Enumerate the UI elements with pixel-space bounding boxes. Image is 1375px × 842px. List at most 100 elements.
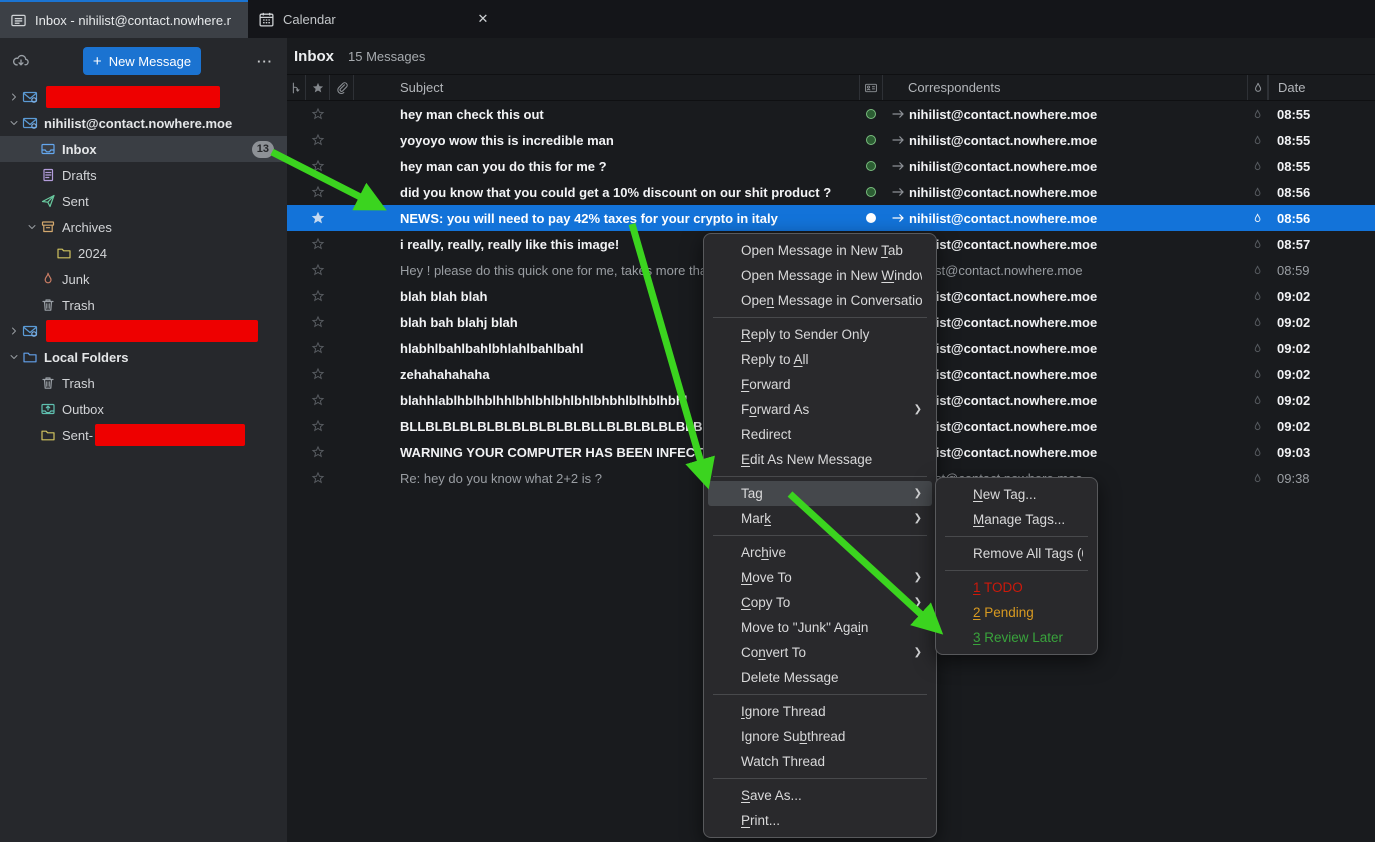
star-icon[interactable] [306,419,330,433]
star-icon[interactable] [306,315,330,329]
menu-item-3-review-later[interactable]: 3 Review Later [940,625,1093,650]
junk-flame-icon[interactable] [1247,160,1268,173]
folder-row-trash[interactable]: Trash [0,292,287,318]
star-icon[interactable] [306,237,330,251]
folder-row-trash[interactable]: Trash [0,370,287,396]
menu-item-new-tag[interactable]: New Tag... [940,482,1093,507]
star-icon[interactable] [306,211,330,225]
menu-item-edit-as-new-message[interactable]: Edit As New Message [708,447,932,472]
menu-item-remove-all-tags-0[interactable]: Remove All Tags (0) [940,541,1093,566]
chevron-icon[interactable] [40,245,56,261]
unread-indicator[interactable] [859,213,883,223]
star-icon[interactable] [306,263,330,277]
junk-flame-icon[interactable] [1247,446,1268,459]
junk-flame-icon[interactable] [1247,394,1268,407]
message-row[interactable]: yoyoyo wow this is incredible man nihili… [287,127,1375,153]
menu-item-2-pending[interactable]: 2 Pending [940,600,1093,625]
star-icon[interactable] [306,159,330,173]
folder-row-local-folders[interactable]: Local Folders [0,344,287,370]
chevron-icon[interactable] [24,219,40,235]
menu-item-print[interactable]: Print... [708,808,932,833]
unread-indicator[interactable] [859,161,883,171]
menu-item-1-todo[interactable]: 1 TODO [940,575,1093,600]
folder-row-inbox[interactable]: Inbox 13 [0,136,287,162]
junk-flame-icon[interactable] [1247,368,1268,381]
chevron-icon[interactable] [6,115,22,131]
chevron-icon[interactable] [24,141,40,157]
message-row[interactable]: hey man can you do this for me ? nihilis… [287,153,1375,179]
chevron-icon[interactable] [24,297,40,313]
menu-item-mark[interactable]: Mark ❯ [708,506,932,531]
menu-item-manage-tags[interactable]: Manage Tags... [940,507,1093,532]
menu-item-open-message-in-conversation[interactable]: Open Message in Conversation [708,288,932,313]
message-row[interactable]: hey man check this out nihilist@contact.… [287,101,1375,127]
menu-item-reply-to-sender-only[interactable]: Reply to Sender Only [708,322,932,347]
unread-indicator[interactable] [859,187,883,197]
junk-column-icon[interactable] [1247,75,1268,100]
chevron-icon[interactable] [6,349,22,365]
menu-item-save-as[interactable]: Save As... [708,783,932,808]
menu-item-copy-to[interactable]: Copy To ❯ [708,590,932,615]
star-icon[interactable] [306,289,330,303]
unread-indicator[interactable] [859,109,883,119]
message-row[interactable]: NEWS: you will need to pay 42% taxes for… [287,205,1375,231]
folder-row-junk[interactable]: Junk [0,266,287,292]
folder-row-nihilist-contact-nowhere-moe[interactable]: nihilist@contact.nowhere.moe [0,110,287,136]
folder-row-sent[interactable]: Sent [0,188,287,214]
junk-flame-icon[interactable] [1247,472,1268,485]
folder-row-2024[interactable]: 2024 [0,240,287,266]
junk-flame-icon[interactable] [1247,342,1268,355]
star-icon[interactable] [306,393,330,407]
star-icon[interactable] [306,471,330,485]
menu-item-archive[interactable]: Archive [708,540,932,565]
junk-flame-icon[interactable] [1247,108,1268,121]
chevron-icon[interactable] [6,323,22,339]
menu-item-convert-to[interactable]: Convert To ❯ [708,640,932,665]
junk-flame-icon[interactable] [1247,238,1268,251]
junk-flame-icon[interactable] [1247,420,1268,433]
menu-item-redirect[interactable]: Redirect [708,422,932,447]
tab-mail-inbox[interactable]: Inbox - nihilist@contact.nowhere.mo [0,0,248,38]
attachment-column-icon[interactable] [330,75,354,100]
chevron-icon[interactable] [24,271,40,287]
folder-row-redacted[interactable] [0,84,287,110]
star-icon[interactable] [306,445,330,459]
junk-flame-icon[interactable] [1247,290,1268,303]
correspondents-column-header[interactable]: Correspondents [883,75,1247,100]
chevron-icon[interactable] [24,375,40,391]
folder-row-drafts[interactable]: Drafts [0,162,287,188]
menu-item-open-message-in-new-window[interactable]: Open Message in New Window [708,263,932,288]
tab-calendar[interactable]: Calendar [248,0,500,38]
new-message-button[interactable]: + New Message [83,47,201,75]
menu-item-move-to-junk-again[interactable]: Move to "Junk" Again [708,615,932,640]
thread-column-icon[interactable] [287,75,306,100]
star-icon[interactable] [306,185,330,199]
menu-item-ignore-thread[interactable]: Ignore Thread [708,699,932,724]
star-icon[interactable] [306,367,330,381]
message-row[interactable]: did you know that you could get a 10% di… [287,179,1375,205]
date-column-header[interactable]: Date [1268,75,1375,100]
menu-item-ignore-subthread[interactable]: Ignore Subthread [708,724,932,749]
star-icon[interactable] [306,107,330,121]
menu-item-open-message-in-new-tab[interactable]: Open Message in New Tab [708,238,932,263]
folder-row-redacted[interactable] [0,318,287,344]
correspondents-column-icon[interactable] [859,75,883,100]
chevron-icon[interactable] [24,193,40,209]
unread-indicator[interactable] [859,135,883,145]
menu-item-tag[interactable]: Tag ❯ [708,481,932,506]
menu-item-watch-thread[interactable]: Watch Thread [708,749,932,774]
menu-item-move-to[interactable]: Move To ❯ [708,565,932,590]
menu-item-reply-to-all[interactable]: Reply to All [708,347,932,372]
star-icon[interactable] [306,341,330,355]
subject-column-header[interactable]: Subject [354,75,859,100]
junk-flame-icon[interactable] [1247,134,1268,147]
star-icon[interactable] [306,133,330,147]
chevron-icon[interactable] [24,427,40,443]
folder-pane-options-icon[interactable]: ··· [253,52,277,71]
get-messages-cloud-icon[interactable] [10,50,32,72]
menu-item-delete-message[interactable]: Delete Message [708,665,932,690]
folder-row-archives[interactable]: Archives [0,214,287,240]
folder-row-sent-[interactable]: Sent- [0,422,287,448]
chevron-icon[interactable] [24,167,40,183]
menu-item-forward[interactable]: Forward [708,372,932,397]
